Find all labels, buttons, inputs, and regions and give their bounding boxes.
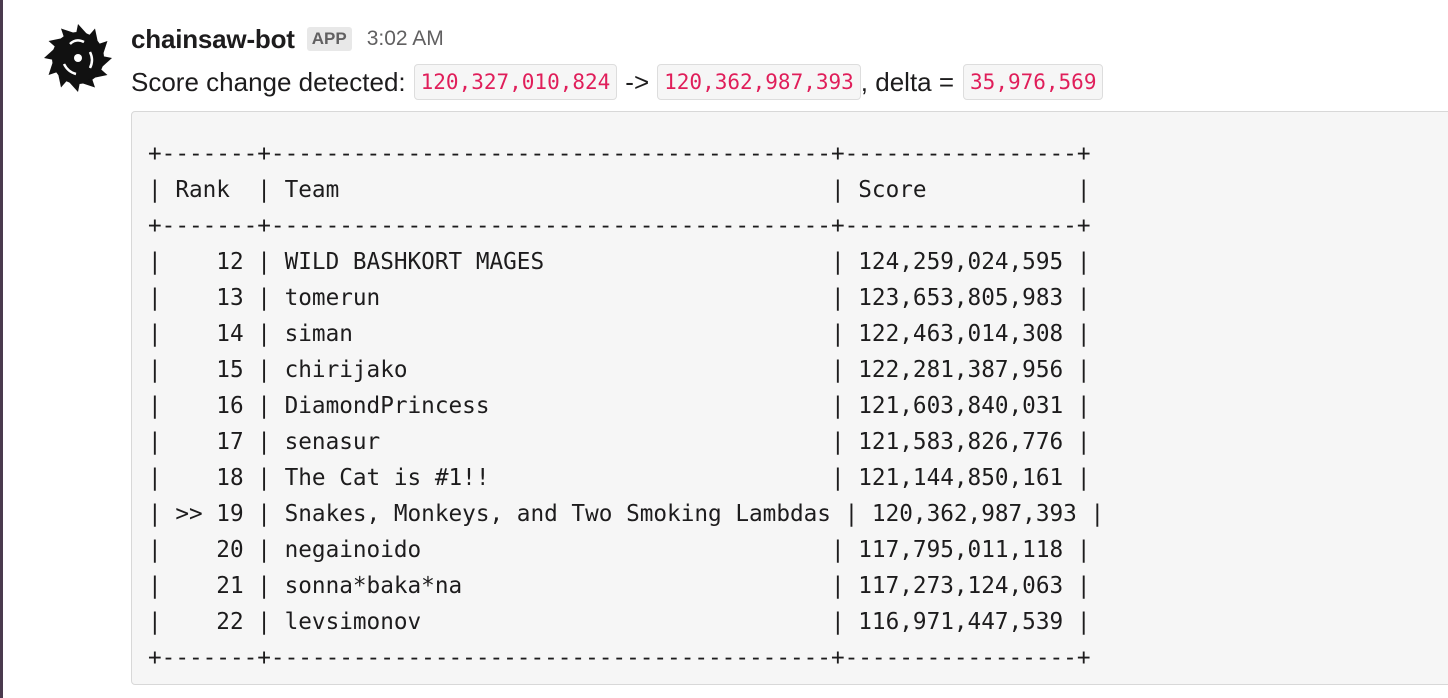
delta-code: 35,976,569: [963, 64, 1104, 100]
chat-message: chainsaw-bot APP 3:02 AM Score change de…: [0, 0, 1448, 698]
message-text: Score change detected: 120,327,010,824 -…: [131, 62, 1104, 102]
app-badge: APP: [306, 27, 352, 51]
old-score-code: 120,327,010,824: [413, 64, 618, 100]
message-header: chainsaw-bot APP 3:02 AM: [131, 20, 444, 58]
table-row: | 16 | DiamondPrincess | 121,603,840,031…: [148, 393, 1091, 419]
arrow-text: ->: [625, 66, 650, 97]
message-timestamp[interactable]: 3:02 AM: [367, 27, 444, 51]
bot-name[interactable]: chainsaw-bot: [131, 24, 295, 55]
table-row: | 21 | sonna*baka*na | 117,273,124,063 |: [148, 573, 1091, 599]
new-score-code: 120,362,987,393: [657, 64, 861, 100]
table-border-header: +-------+-------------------------------…: [148, 213, 1091, 239]
table-row: | 13 | tomerun | 123,653,805,983 |: [148, 285, 1091, 311]
saw-blade-icon: [44, 24, 112, 92]
table-row: | 17 | senasur | 121,583,826,776 |: [148, 429, 1091, 455]
bot-avatar[interactable]: [42, 22, 114, 94]
table-row: | 20 | negainoido | 117,795,011,118 |: [148, 537, 1091, 563]
score-change-label: Score change detected:: [131, 66, 406, 97]
table-row-highlighted: | >> 19 | Snakes, Monkeys, and Two Smoki…: [148, 501, 1105, 527]
delta-label: , delta =: [860, 66, 955, 97]
table-border-top: +-------+-------------------------------…: [148, 141, 1091, 167]
table-header-row: | Rank | Team | Score |: [148, 177, 1091, 203]
table-row: | 18 | The Cat is #1!! | 121,144,850,161…: [148, 465, 1091, 491]
table-row: | 22 | levsimonov | 116,971,447,539 |: [148, 609, 1091, 635]
table-row: | 14 | siman | 122,463,014,308 |: [148, 321, 1091, 347]
table-row: | 12 | WILD BASHKORT MAGES | 124,259,024…: [148, 249, 1091, 275]
scoreboard-code-block: +-------+-------------------------------…: [131, 111, 1448, 685]
scoreboard-table: +-------+-------------------------------…: [148, 136, 1104, 676]
table-border-bottom: +-------+-------------------------------…: [148, 645, 1091, 671]
table-row: | 15 | chirijako | 122,281,387,956 |: [148, 357, 1091, 383]
